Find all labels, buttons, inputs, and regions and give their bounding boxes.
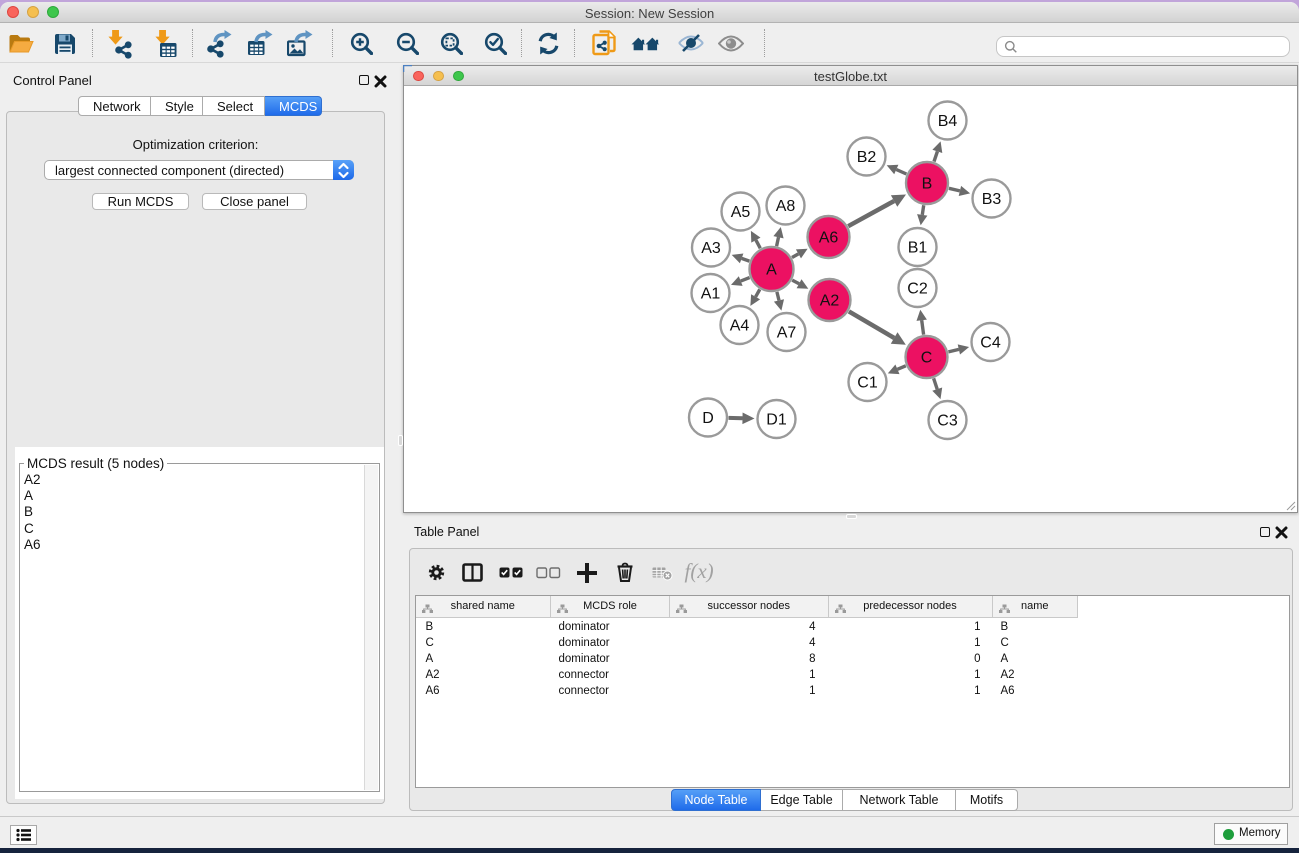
svg-text:C: C [921,350,933,367]
svg-text:C3: C3 [937,413,958,430]
svg-text:B: B [922,176,933,193]
svg-text:A: A [766,262,777,279]
svg-text:A5: A5 [731,204,751,221]
svg-text:A2: A2 [820,293,840,310]
svg-text:C2: C2 [907,281,928,298]
svg-text:B2: B2 [857,149,877,166]
svg-text:C4: C4 [980,335,1001,352]
svg-text:A1: A1 [701,286,721,303]
svg-text:A7: A7 [777,325,797,342]
svg-text:A3: A3 [701,240,721,257]
svg-text:B4: B4 [938,113,958,130]
svg-text:C1: C1 [857,375,878,392]
svg-text:A6: A6 [819,230,839,247]
svg-text:A8: A8 [776,198,796,215]
svg-text:D1: D1 [766,412,787,429]
svg-text:D: D [702,410,714,427]
svg-text:B1: B1 [908,240,928,257]
svg-text:B3: B3 [982,191,1002,208]
svg-text:A4: A4 [730,318,750,335]
